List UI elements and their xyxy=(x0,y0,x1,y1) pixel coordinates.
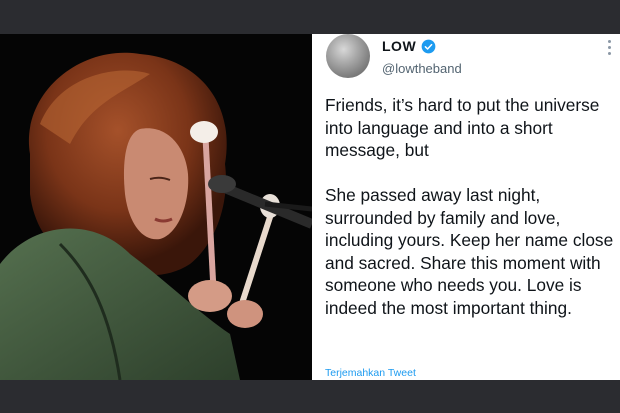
author-name-row[interactable]: LOW xyxy=(382,38,436,54)
avatar[interactable] xyxy=(326,34,370,78)
tweet-card[interactable]: LOW @lowtheband Friends, it’s hard to pu… xyxy=(312,34,620,380)
display-name[interactable]: LOW xyxy=(382,38,416,54)
more-options-icon[interactable] xyxy=(606,40,612,56)
bottom-frame-bar xyxy=(0,380,620,413)
top-frame-bar xyxy=(0,0,620,34)
handle[interactable]: @lowtheband xyxy=(382,61,462,76)
tweet-text: Friends, it’s hard to put the universe i… xyxy=(325,95,614,318)
performer-photo xyxy=(0,34,312,380)
translate-tweet-link[interactable]: Terjemahkan Tweet xyxy=(325,367,416,379)
verified-badge-icon xyxy=(421,39,436,53)
